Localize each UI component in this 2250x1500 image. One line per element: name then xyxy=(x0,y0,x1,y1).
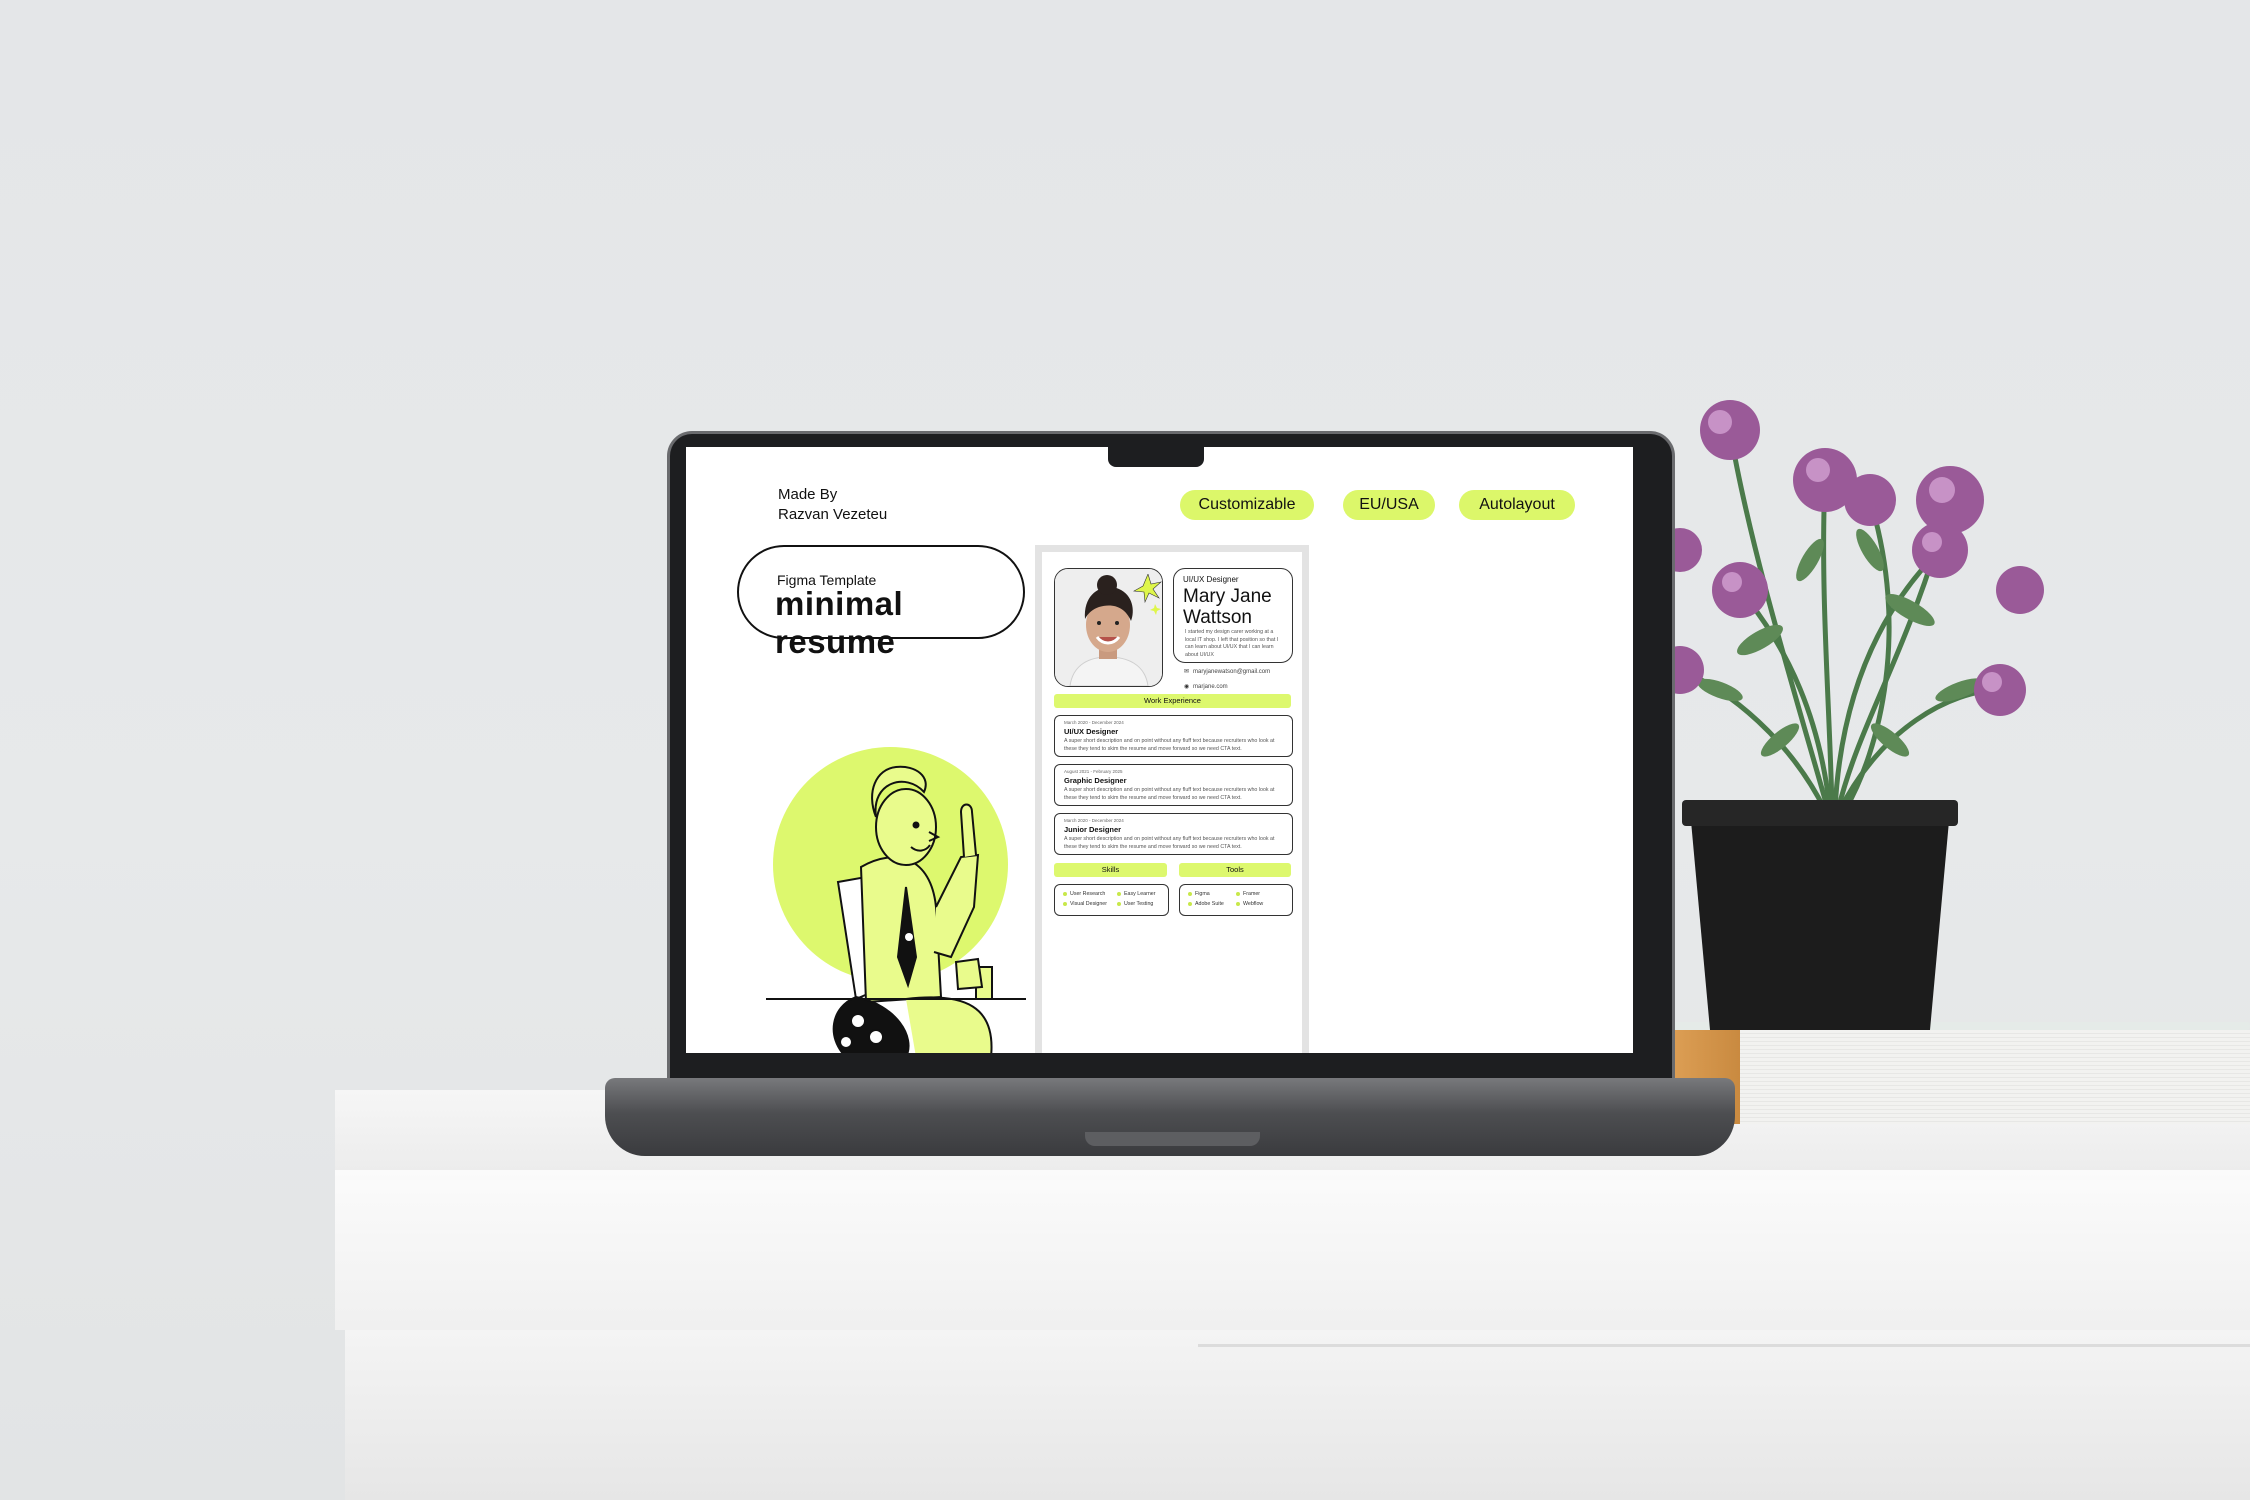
hero-title: minimal resume xyxy=(775,585,904,660)
skills-header: Skills xyxy=(1054,863,1167,877)
tool-item: Webflow xyxy=(1236,901,1263,907)
made-by: Made By Razvan Vezeteu xyxy=(778,485,887,525)
job-title: UI/UX Designer xyxy=(1064,727,1119,736)
resume-role: UI/UX Designer xyxy=(1183,575,1239,584)
character-illustration xyxy=(766,765,1026,1053)
resume-last-name: Wattson xyxy=(1183,607,1252,628)
laptop-screen: Made By Razvan Vezeteu Customizable EU/U… xyxy=(686,447,1633,1053)
drawer-seam xyxy=(1198,1344,2250,1347)
job-description: A super short description and on point w… xyxy=(1064,738,1275,752)
tool-item: Adobe Suite xyxy=(1188,901,1224,907)
name-card: UI/UX Designer Mary Jane Wattson I start… xyxy=(1173,568,1293,663)
skill-item: User Research xyxy=(1063,891,1105,897)
work-experience-header: Work Experience xyxy=(1054,694,1291,708)
job-description: A super short description and on point w… xyxy=(1064,836,1275,850)
tools-list: Figma Framer Adobe Suite Webflow xyxy=(1179,884,1293,916)
skill-item: Visual Designer xyxy=(1063,901,1107,907)
tools-header: Tools xyxy=(1179,863,1291,877)
potted-plant xyxy=(1656,400,2044,1030)
resume-bio: I started my design carer working at a l… xyxy=(1185,629,1279,658)
desk-drawer xyxy=(345,1330,2250,1500)
author-name: Razvan Vezeteu xyxy=(778,506,888,523)
tag-eu-usa[interactable]: EU/USA xyxy=(1343,490,1435,520)
website-text: marjane.com xyxy=(1193,684,1228,690)
tag-customizable[interactable]: Customizable xyxy=(1180,490,1314,520)
contact-website[interactable]: ◉ marjane.com xyxy=(1184,683,1228,690)
job-dates: March 2020 - December 2024 xyxy=(1064,720,1124,725)
tool-item: Figma xyxy=(1188,891,1210,897)
email-icon: ✉ xyxy=(1184,669,1190,675)
made-by-label: Made By xyxy=(778,486,838,503)
laptop-lid-notch xyxy=(1085,1132,1260,1146)
job-dates: March 2020 - December 2024 xyxy=(1064,818,1124,823)
resume-first-name: Mary Jane xyxy=(1183,586,1272,607)
resume-name: Mary Jane Wattson xyxy=(1183,586,1272,628)
email-text: maryjanewatson@gmail.com xyxy=(1193,669,1271,675)
job-title: Junior Designer xyxy=(1064,825,1122,834)
tag-autolayout[interactable]: Autolayout xyxy=(1459,490,1575,520)
tool-item: Framer xyxy=(1236,891,1260,897)
camera-notch xyxy=(1108,447,1204,467)
skills-list: User Research Easy Learner Visual Design… xyxy=(1054,884,1169,916)
job-title: Graphic Designer xyxy=(1064,776,1127,785)
job-dates: August 2021 - February 2025 xyxy=(1064,769,1123,774)
job-card: March 2020 - December 2024 UI/UX Designe… xyxy=(1054,715,1293,757)
skill-item: Easy Learner xyxy=(1117,891,1156,897)
job-card: March 2020 - December 2024 Junior Design… xyxy=(1054,813,1293,855)
hero-title-pill: Figma Template minimal resume xyxy=(737,545,1025,660)
job-description: A super short description and on point w… xyxy=(1064,787,1275,801)
job-card: August 2021 - February 2025 Graphic Desi… xyxy=(1054,764,1293,806)
skill-item: User Testing xyxy=(1117,901,1153,907)
sparkle-icon xyxy=(1133,574,1163,615)
contact-email[interactable]: ✉ maryjanewatson@gmail.com xyxy=(1184,668,1270,675)
desk-edge xyxy=(335,1170,2250,1330)
globe-icon: ◉ xyxy=(1184,684,1190,690)
